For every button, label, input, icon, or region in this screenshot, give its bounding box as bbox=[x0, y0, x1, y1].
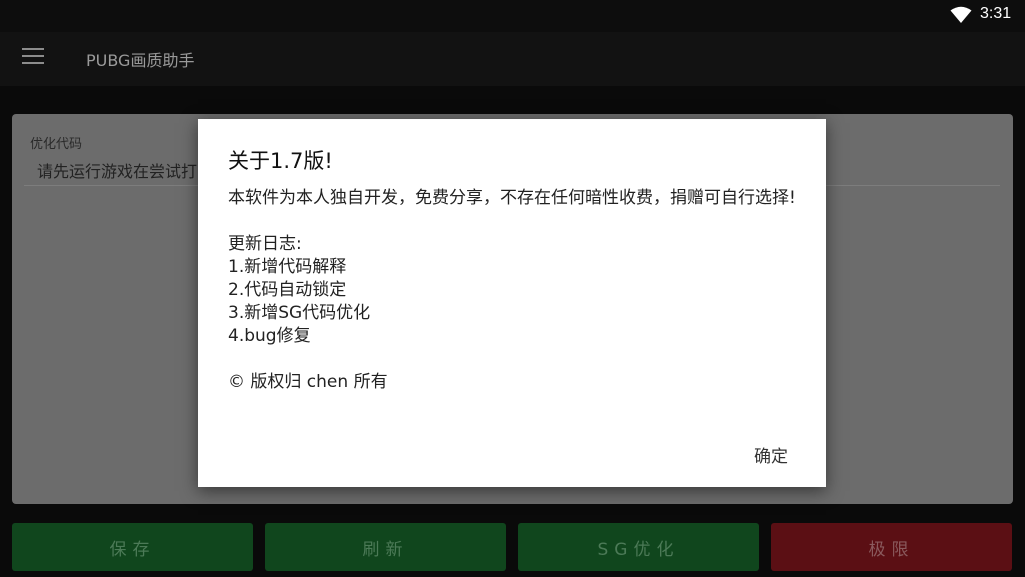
changelog-item: 4.bug修复 bbox=[228, 326, 311, 346]
dialog-intro: 本软件为本人独自开发，免费分享，不存在任何暗性收费，捐赠可自行选择! bbox=[228, 188, 796, 208]
sg-optimize-button[interactable]: SG优化 bbox=[518, 523, 759, 571]
extreme-button[interactable]: 极限 bbox=[771, 523, 1012, 571]
changelog-item: 1.新增代码解释 bbox=[228, 257, 347, 277]
clock: 3:31 bbox=[980, 5, 1012, 22]
ok-button[interactable]: 确定 bbox=[750, 440, 792, 469]
save-button[interactable]: 保存 bbox=[12, 523, 253, 571]
changelog-title: 更新日志: bbox=[228, 234, 302, 254]
dialog-title: 关于1.7版! bbox=[228, 149, 333, 173]
about-dialog: 关于1.7版! 本软件为本人独自开发，免费分享，不存在任何暗性收费，捐赠可自行选… bbox=[198, 119, 826, 487]
status-bar: 3:31 bbox=[0, 0, 1025, 32]
wifi-icon bbox=[950, 6, 972, 23]
code-field[interactable]: 请先运行游戏在尝试打 bbox=[37, 158, 197, 182]
copyright-text: © 版权归 chen 所有 bbox=[228, 372, 388, 392]
changelog-item: 2.代码自动锁定 bbox=[228, 280, 347, 300]
code-field-label: 优化代码 bbox=[30, 137, 83, 152]
menu-icon[interactable] bbox=[22, 48, 44, 66]
refresh-button[interactable]: 刷新 bbox=[265, 523, 506, 571]
dialog-body: 本软件为本人独自开发，免费分享，不存在任何暗性收费，捐赠可自行选择! 更新日志:… bbox=[228, 187, 798, 394]
changelog-item: 3.新增SG代码优化 bbox=[228, 303, 371, 323]
app-title: PUBG画质助手 bbox=[86, 51, 195, 70]
